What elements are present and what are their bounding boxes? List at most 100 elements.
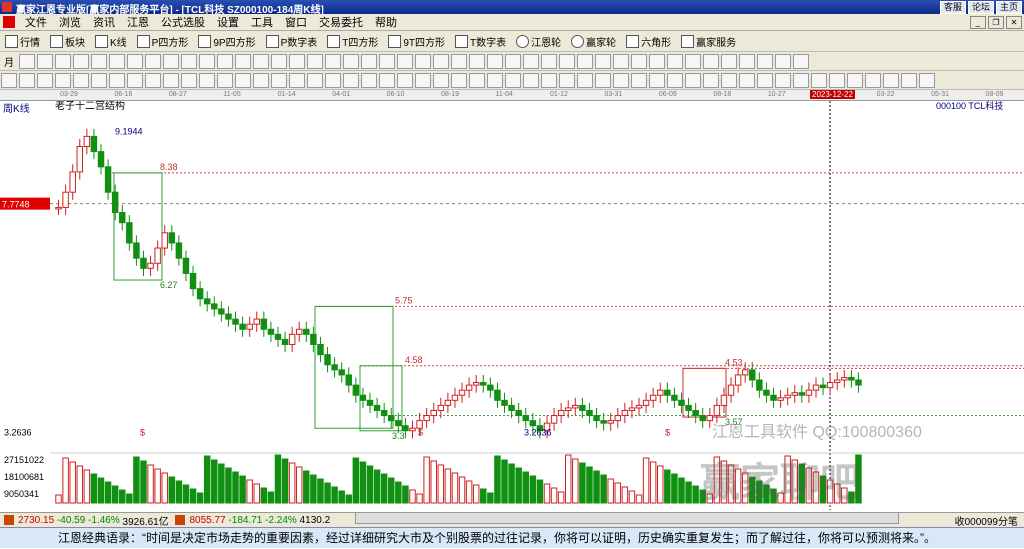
menu-settings[interactable]: 设置 [211,14,245,30]
draw-tool-icon-42[interactable] [775,53,791,69]
analysis-tool-icon-19[interactable] [343,72,359,88]
analysis-tool-icon-48[interactable] [865,72,881,88]
hexagon-button[interactable]: 六角形 [621,34,676,49]
analysis-tool-icon-47[interactable] [847,72,863,88]
kline-button[interactable]: K线 [90,34,132,49]
draw-tool-icon-13[interactable] [253,53,269,69]
menu-help[interactable]: 帮助 [369,14,403,30]
draw-tool-icon-5[interactable] [109,53,125,69]
draw-tool-icon-4[interactable] [91,53,107,69]
analysis-tool-icon-24[interactable] [433,72,449,88]
draw-tool-icon-28[interactable] [523,53,539,69]
draw-tool-icon-12[interactable] [235,53,251,69]
draw-tool-icon-27[interactable] [505,53,521,69]
draw-tool-icon-7[interactable] [145,53,161,69]
draw-tool-icon-41[interactable] [757,53,773,69]
analysis-tool-icon-27[interactable] [487,72,503,88]
analysis-tool-icon-34[interactable] [613,72,629,88]
analysis-tool-icon-49[interactable] [883,72,899,88]
draw-tool-icon-31[interactable] [577,53,593,69]
analysis-tool-icon-38[interactable] [685,72,701,88]
analysis-tool-icon-11[interactable] [199,72,215,88]
analysis-tool-icon-28[interactable] [505,72,521,88]
customer-service-link[interactable]: 客服 [939,1,966,14]
draw-tool-icon-39[interactable] [721,53,737,69]
draw-tool-icon-37[interactable] [685,53,701,69]
sector-button[interactable]: 板块 [45,34,90,49]
analysis-tool-icon-46[interactable] [829,72,845,88]
t-number-table-button[interactable]: T数字表 [450,34,511,49]
analysis-tool-icon-50[interactable] [901,72,917,88]
menu-trade[interactable]: 交易委托 [313,14,369,30]
draw-tool-icon-19[interactable] [361,53,377,69]
winner-wheel-button[interactable]: 赢家轮 [566,34,621,49]
9t-square-button[interactable]: 9T四方形 [383,34,450,49]
draw-tool-icon-0[interactable] [19,53,35,69]
draw-tool-icon-33[interactable] [613,53,629,69]
analysis-tool-icon-14[interactable] [253,72,269,88]
draw-tool-icon-8[interactable] [163,53,179,69]
draw-tool-icon-11[interactable] [217,53,233,69]
analysis-tool-icon-7[interactable] [127,72,143,88]
gann-wheel-button[interactable]: 江恩轮 [511,34,566,49]
draw-tool-icon-34[interactable] [631,53,647,69]
draw-tool-icon-1[interactable] [37,53,53,69]
draw-tool-icon-10[interactable] [199,53,215,69]
menu-window[interactable]: 窗口 [279,14,313,30]
analysis-tool-icon-12[interactable] [217,72,233,88]
analysis-tool-icon-51[interactable] [919,72,935,88]
forum-link[interactable]: 论坛 [967,1,994,14]
draw-tool-icon-15[interactable] [289,53,305,69]
analysis-tool-icon-0[interactable] [1,72,17,88]
analysis-tool-icon-35[interactable] [631,72,647,88]
draw-tool-icon-16[interactable] [307,53,323,69]
analysis-tool-icon-39[interactable] [703,72,719,88]
draw-tool-icon-36[interactable] [667,53,683,69]
analysis-tool-icon-6[interactable] [109,72,125,88]
draw-tool-icon-43[interactable] [793,53,809,69]
quotes-button[interactable]: 行情 [0,34,45,49]
draw-tool-icon-26[interactable] [487,53,503,69]
analysis-tool-icon-30[interactable] [541,72,557,88]
analysis-tool-icon-21[interactable] [379,72,395,88]
analysis-tool-icon-1[interactable] [19,72,35,88]
analysis-tool-icon-31[interactable] [559,72,575,88]
horizontal-scrollbar[interactable] [355,512,899,524]
draw-tool-icon-17[interactable] [325,53,341,69]
period-select[interactable]: 月 [0,54,18,69]
analysis-tool-icon-41[interactable] [739,72,755,88]
analysis-tool-icon-2[interactable] [37,72,53,88]
menu-info[interactable]: 资讯 [87,14,121,30]
analysis-tool-icon-32[interactable] [577,72,593,88]
draw-tool-icon-22[interactable] [415,53,431,69]
analysis-tool-icon-5[interactable] [91,72,107,88]
menu-browse[interactable]: 浏览 [53,14,87,30]
analysis-tool-icon-3[interactable] [55,72,71,88]
kline-chart[interactable]: 8.38 5.75 4.58 4.53 周K线 老子十二宫结构 000100 TCL科技 9.… [0,101,1024,510]
analysis-tool-icon-17[interactable] [307,72,323,88]
minimize-icon[interactable]: _ [970,16,986,29]
t-square-button[interactable]: T四方形 [322,34,383,49]
menu-gann[interactable]: 江恩 [121,14,155,30]
draw-tool-icon-32[interactable] [595,53,611,69]
analysis-tool-icon-26[interactable] [469,72,485,88]
p-square-button[interactable]: P四方形 [132,34,194,49]
9p-square-button[interactable]: 9P四方形 [193,34,260,49]
draw-tool-icon-2[interactable] [55,53,71,69]
analysis-tool-icon-18[interactable] [325,72,341,88]
draw-tool-icon-3[interactable] [73,53,89,69]
analysis-tool-icon-25[interactable] [451,72,467,88]
draw-tool-icon-6[interactable] [127,53,143,69]
analysis-tool-icon-13[interactable] [235,72,251,88]
analysis-tool-icon-22[interactable] [397,72,413,88]
analysis-tool-icon-16[interactable] [289,72,305,88]
winner-service-button[interactable]: 赢家服务 [676,34,741,49]
analysis-tool-icon-23[interactable] [415,72,431,88]
analysis-tool-icon-45[interactable] [811,72,827,88]
analysis-tool-icon-29[interactable] [523,72,539,88]
menu-tools[interactable]: 工具 [245,14,279,30]
draw-tool-icon-18[interactable] [343,53,359,69]
analysis-tool-icon-8[interactable] [145,72,161,88]
draw-tool-icon-38[interactable] [703,53,719,69]
draw-tool-icon-25[interactable] [469,53,485,69]
